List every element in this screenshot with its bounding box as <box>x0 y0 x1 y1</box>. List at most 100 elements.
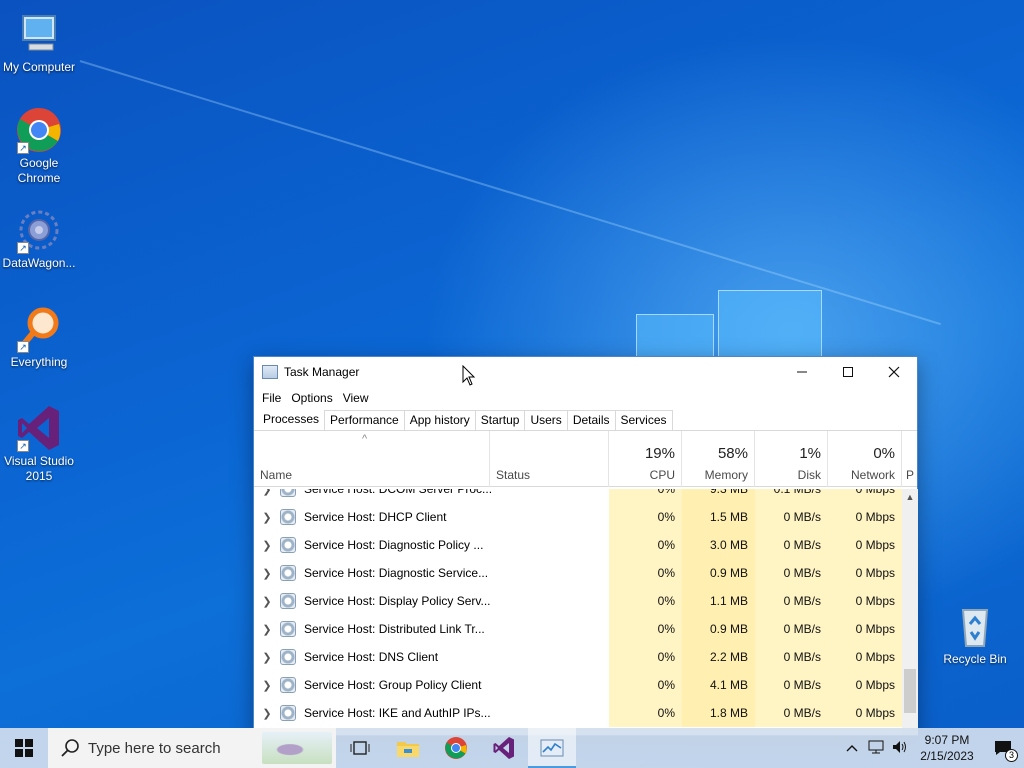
table-row[interactable]: ❯ Service Host: Display Policy Serv... 0% 1… <box>254 587 902 615</box>
cpu-cell: 0% <box>609 489 682 503</box>
memory-cell: 4.1 MB <box>682 671 755 699</box>
desktop-icon-recycle-bin[interactable]: Recycle Bin <box>936 602 1014 667</box>
tab-users[interactable]: Users <box>524 410 568 430</box>
magnifier-icon: ↗ <box>15 305 63 353</box>
maximize-button[interactable] <box>825 357 871 387</box>
expand-chevron-icon[interactable]: ❯ <box>254 489 280 496</box>
expand-chevron-icon[interactable]: ❯ <box>254 707 280 720</box>
cpu-cell: 0% <box>609 587 682 615</box>
table-row[interactable]: ❯ Service Host: Distributed Link Tr... 0% 0… <box>254 615 902 643</box>
column-network-label: Network <box>850 468 895 482</box>
network-icon[interactable] <box>864 740 888 757</box>
tab-app-history[interactable]: App history <box>403 410 476 430</box>
action-center-button[interactable]: 3 <box>982 728 1024 768</box>
maximize-icon <box>843 367 853 377</box>
tab-processes[interactable]: Processes <box>257 408 326 430</box>
table-row[interactable]: ❯ Service Host: DHCP Client 0% 1.5 MB 0 MB/s… <box>254 503 902 531</box>
menu-file[interactable]: File <box>257 391 286 405</box>
clock-date: 2/15/2023 <box>920 749 974 763</box>
search-placeholder: Type here to search <box>88 739 221 757</box>
memory-cell: 0.9 MB <box>682 559 755 587</box>
column-header-name[interactable]: ^ Name <box>254 431 490 487</box>
table-row[interactable]: ❯ Service Host: DCOM Server Proc... 0% 9.3 … <box>254 489 902 503</box>
taskbar-file-explorer[interactable] <box>384 728 432 768</box>
taskbar-search-box[interactable]: Type here to search <box>48 728 336 768</box>
table-row[interactable]: ❯ Service Host: IKE and AuthIP IPs... 0% 1.… <box>254 699 902 727</box>
process-name: Service Host: DCOM Server Proc... <box>304 489 493 496</box>
sort-caret-icon: ^ <box>362 433 368 445</box>
taskbar-clock[interactable]: 9:07 PM 2/15/2023 <box>912 732 982 764</box>
expand-chevron-icon[interactable]: ❯ <box>254 651 280 664</box>
table-row[interactable]: ❯ Service Host: DNS Client 0% 2.2 MB 0 MB/s 0… <box>254 643 902 671</box>
column-header-status[interactable]: Status <box>490 431 609 487</box>
cpu-cell: 0% <box>609 559 682 587</box>
network-cell: 0 Mbps <box>828 699 902 727</box>
column-status-label: Status <box>496 468 531 482</box>
desktop-icon-google-chrome[interactable]: ↗ Google Chrome <box>0 106 78 186</box>
expand-chevron-icon[interactable]: ❯ <box>254 511 280 524</box>
visual-studio-icon: ↗ <box>15 404 63 452</box>
table-row[interactable]: ❯ Service Host: Diagnostic Policy ... 0% 3.… <box>254 531 902 559</box>
disk-cell: 0 MB/s <box>755 503 828 531</box>
scroll-up-icon[interactable]: ▲ <box>902 489 918 505</box>
menu-view[interactable]: View <box>338 391 374 405</box>
taskbar-visual-studio[interactable] <box>480 728 528 768</box>
column-header-memory[interactable]: 58% Memory <box>682 431 755 487</box>
network-cell: 0 Mbps <box>828 489 902 503</box>
column-header-power[interactable]: P <box>902 431 918 487</box>
minimize-icon <box>797 371 807 373</box>
tab-startup[interactable]: Startup <box>474 410 526 430</box>
column-memory-label: Memory <box>704 468 748 482</box>
task-manager-icon <box>540 739 564 757</box>
network-cell: 0 Mbps <box>828 559 902 587</box>
tab-details[interactable]: Details <box>566 410 616 430</box>
desktop-icon-my-computer[interactable]: My Computer <box>0 10 78 75</box>
desktop-icon-datawagon[interactable]: ↗ DataWagon... <box>0 206 78 271</box>
process-name: Service Host: IKE and AuthIP IPs... <box>304 706 491 720</box>
service-gear-icon <box>280 509 296 525</box>
close-button[interactable] <box>871 357 917 387</box>
desktop-icon-label: My Computer <box>2 60 76 74</box>
table-row[interactable]: ❯ Service Host: Group Policy Client 0% 4.1 … <box>254 671 902 699</box>
computer-icon <box>15 10 63 58</box>
expand-chevron-icon[interactable]: ❯ <box>254 595 280 608</box>
service-gear-icon <box>280 489 296 497</box>
menu-options[interactable]: Options <box>286 391 337 405</box>
disk-cell: 0 MB/s <box>755 643 828 671</box>
service-gear-icon <box>280 705 296 721</box>
volume-icon[interactable] <box>888 740 912 757</box>
desktop-icon-visual-studio[interactable]: ↗ Visual Studio 2015 <box>0 404 78 484</box>
task-view-button[interactable] <box>336 728 384 768</box>
tab-services[interactable]: Services <box>614 410 673 430</box>
table-row[interactable]: ❯ Service Host: Diagnostic Service... 0% 0.… <box>254 559 902 587</box>
taskbar-chrome[interactable] <box>432 728 480 768</box>
column-header-disk[interactable]: 1% Disk <box>755 431 828 487</box>
close-icon <box>888 366 900 378</box>
show-hidden-icons-chevron-icon[interactable] <box>840 741 864 755</box>
search-highlight-image <box>262 732 332 764</box>
vertical-scrollbar[interactable]: ▲ <box>902 489 918 735</box>
datawagon-icon: ↗ <box>15 206 63 254</box>
notification-count-badge: 3 <box>1005 749 1018 762</box>
title-bar[interactable]: Task Manager <box>254 357 917 387</box>
column-power-label: P <box>906 468 915 482</box>
desktop-icon-everything[interactable]: ↗ Everything <box>0 305 78 370</box>
tab-performance[interactable]: Performance <box>324 410 405 430</box>
expand-chevron-icon[interactable]: ❯ <box>254 567 280 580</box>
expand-chevron-icon[interactable]: ❯ <box>254 623 280 636</box>
column-header-network[interactable]: 0% Network <box>828 431 902 487</box>
windows-logo-wallpaper <box>636 290 822 360</box>
network-cell: 0 Mbps <box>828 587 902 615</box>
expand-chevron-icon[interactable]: ❯ <box>254 679 280 692</box>
cpu-cell: 0% <box>609 615 682 643</box>
column-header-cpu[interactable]: 19% CPU <box>609 431 682 487</box>
taskbar-task-manager[interactable] <box>528 728 576 768</box>
memory-cell: 1.5 MB <box>682 503 755 531</box>
desktop-icon-label: DataWagon... <box>2 256 76 270</box>
column-disk-label: Disk <box>797 468 821 482</box>
disk-cell: 0 MB/s <box>755 699 828 727</box>
minimize-button[interactable] <box>779 357 825 387</box>
expand-chevron-icon[interactable]: ❯ <box>254 539 280 552</box>
scroll-thumb[interactable] <box>904 669 916 713</box>
start-button[interactable] <box>0 728 48 768</box>
